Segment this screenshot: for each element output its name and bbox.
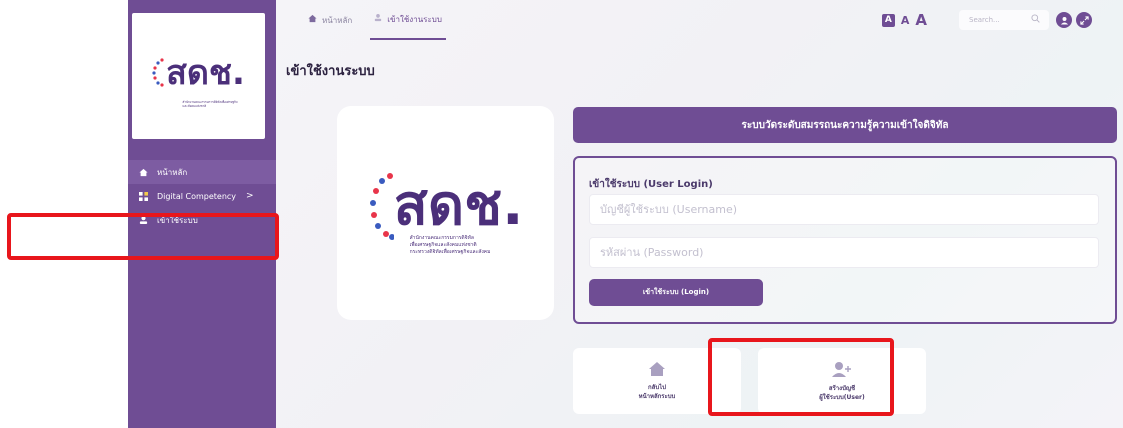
sidebar-logo[interactable]: สดช. สำนักงานคณะกรรมการดิจิทัลเพื่อเศรษฐ… <box>132 13 265 139</box>
sidebar-item-digital-competency[interactable]: Digital Competency > <box>128 184 276 208</box>
login-form: เข้าใช้ระบบ (User Login) เข้าใช้ระบบ (Lo… <box>573 156 1117 324</box>
sidebar-item-label: Digital Competency <box>157 191 237 201</box>
logo-caption-line: กระทรวงดิจิทัลเพื่อเศรษฐกิจและสังคม <box>409 248 491 255</box>
sidebar-item-label: หน้าหลัก <box>157 167 188 177</box>
user-icon <box>374 13 382 25</box>
home-icon <box>138 167 148 177</box>
grid-icon <box>138 191 148 201</box>
font-size-small-button[interactable]: A <box>881 13 895 27</box>
highlight-box <box>708 338 894 416</box>
card-line: กลับไป <box>648 384 666 391</box>
highlight-box <box>7 213 279 260</box>
password-field[interactable] <box>589 237 1099 268</box>
search-box <box>959 10 1049 30</box>
chevron-right-icon: > <box>246 191 254 201</box>
account-icon <box>1060 16 1068 25</box>
font-size-controls: A A A <box>881 11 927 29</box>
breadcrumb-login[interactable]: เข้าใช้งานระบบ <box>370 0 446 40</box>
font-size-medium-button[interactable]: A <box>901 14 910 27</box>
search-input[interactable] <box>967 15 1031 25</box>
logo-text: สดช. <box>393 172 524 238</box>
agency-logo-card: สดช. สำนักงานคณะกรรมการดิจิทัล เพื่อเศรษ… <box>337 106 554 320</box>
home-icon <box>308 14 317 26</box>
expand-icon <box>1079 15 1089 25</box>
breadcrumb-label: หน้าหลัก <box>322 15 353 25</box>
login-button[interactable]: เข้าใช้ระบบ (Login) <box>589 279 763 306</box>
breadcrumb-label: เข้าใช้งานระบบ <box>387 14 442 24</box>
sidebar-item-home[interactable]: หน้าหลัก <box>128 160 276 184</box>
login-title: เข้าใช้ระบบ (User Login) <box>589 179 713 190</box>
search-icon[interactable] <box>1031 14 1040 26</box>
logo-text: สดช. <box>166 52 245 93</box>
main-content: หน้าหลัก เข้าใช้งานระบบ A A A เข้าใช้งาน… <box>276 0 1123 428</box>
home-icon <box>648 361 666 380</box>
username-field[interactable] <box>589 194 1099 225</box>
logo-caption: สำนักงานคณะกรรมการดิจิทัลเพื่อเศรษฐกิจแล… <box>182 99 238 108</box>
topbar: หน้าหลัก เข้าใช้งานระบบ A A A <box>276 0 1123 40</box>
logo-dots-icon <box>152 57 164 87</box>
system-banner: ระบบวัดระดับสมรรถนะความรู้ความเข้าใจดิจิ… <box>573 107 1117 143</box>
page-title: เข้าใช้งานระบบ <box>286 64 375 79</box>
account-button[interactable] <box>1056 12 1072 28</box>
font-size-large-button[interactable]: A <box>915 11 927 29</box>
logo-caption-line: เพื่อเศรษฐกิจและสังคมแห่งชาติ <box>409 241 477 248</box>
logo-dots-icon <box>369 172 394 240</box>
expand-button[interactable] <box>1076 12 1092 28</box>
card-line: หน้าหลักระบบ <box>638 393 676 400</box>
breadcrumb-home[interactable]: หน้าหลัก <box>304 0 356 40</box>
logo-caption-line: สำนักงานคณะกรรมการดิจิทัล <box>409 234 474 241</box>
